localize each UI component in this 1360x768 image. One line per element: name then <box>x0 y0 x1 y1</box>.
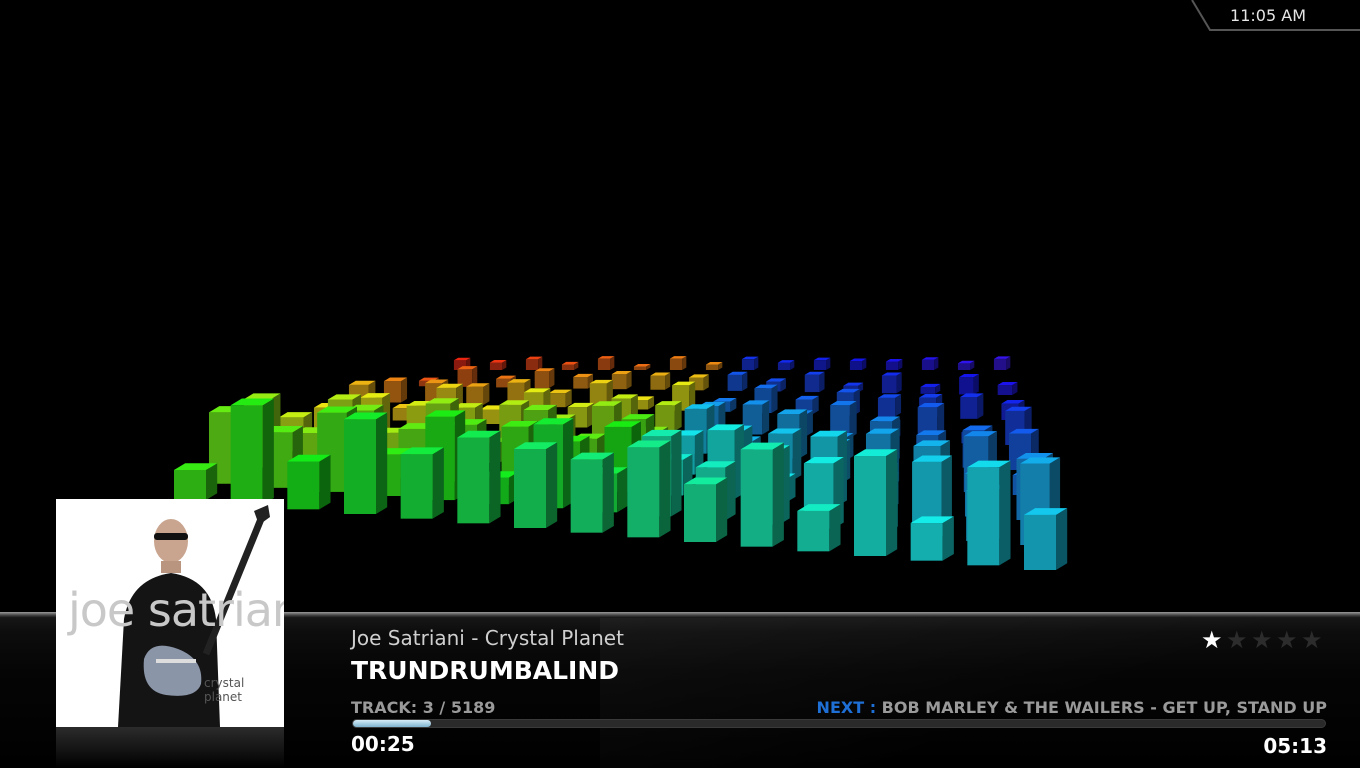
visualizer-bar <box>597 356 615 370</box>
next-song-title: BOB MARLEY & THE WAILERS - GET UP, STAND… <box>881 698 1327 717</box>
visualizer-bar <box>534 368 555 388</box>
artist-album-label: Joe Satriani - Crystal Planet <box>351 626 624 650</box>
visualizer-bar <box>959 374 979 395</box>
album-art-album-text: crystal planet <box>204 676 245 704</box>
visualizer-bar <box>525 356 543 370</box>
visualizer-bar <box>466 383 490 405</box>
visualizer-bar <box>813 357 831 370</box>
progress-fill <box>353 720 431 727</box>
visualizer-bar <box>727 371 748 391</box>
clock-time: 11:05 AM <box>1230 6 1306 25</box>
visualizer-bar <box>627 440 671 538</box>
track-counter: TRACK: 3 / 5189 <box>351 698 496 717</box>
elapsed-time: 00:25 <box>351 732 415 756</box>
album-art-reflection <box>56 727 284 768</box>
song-rating[interactable]: ★ ★ ★ ★ ★ <box>1201 628 1327 652</box>
star-icon[interactable]: ★ <box>1301 628 1323 652</box>
visualizer-bar <box>655 401 682 431</box>
visualizer-bar <box>997 381 1018 395</box>
album-art: joe satriani crystal planet <box>56 499 284 727</box>
visualizer-bar <box>849 358 867 370</box>
visualizer-bar <box>960 393 984 419</box>
album-art-artist-text: joe satriani <box>68 583 284 637</box>
visualizer-bar <box>230 398 274 505</box>
visualizer-bar <box>548 389 572 408</box>
total-time: 05:13 <box>1263 734 1327 758</box>
progress-bar[interactable] <box>352 719 1326 728</box>
visualizer-bar <box>570 452 614 533</box>
star-icon[interactable]: ★ <box>1226 628 1248 652</box>
visualizer-bar <box>777 360 795 370</box>
visualizer-bar <box>705 362 723 370</box>
visualizer-bar <box>489 360 507 370</box>
visualizer-bar <box>611 370 632 390</box>
visualizer-bar <box>650 372 671 390</box>
next-song-line: NEXT : BOB MARLEY & THE WAILERS - GET UP… <box>817 698 1327 717</box>
visualizer-bar <box>669 356 687 370</box>
star-icon[interactable]: ★ <box>1201 628 1223 652</box>
visualizer-bar <box>633 363 651 370</box>
visualizer-bar <box>174 463 218 500</box>
visualizer-bar <box>457 430 501 524</box>
visualizer-bar <box>1024 508 1068 570</box>
visualizer-bar <box>885 359 903 370</box>
star-icon[interactable]: ★ <box>1276 628 1298 652</box>
visualizer-bar <box>741 356 759 370</box>
visualizer-bar <box>804 371 825 393</box>
visualizer-bar <box>797 504 841 552</box>
next-label: NEXT : <box>816 698 877 717</box>
visualizer-bar <box>344 412 388 514</box>
visualizer-bar <box>561 361 579 370</box>
visualizer-bar <box>514 442 558 528</box>
visualizer-bar <box>881 372 902 394</box>
song-title: TRUNDRUMBALIND <box>351 656 620 685</box>
clock-tab: 11:05 AM <box>1190 0 1360 32</box>
visualizer-bar <box>400 447 444 519</box>
visualizer-bar <box>957 360 975 370</box>
visualizer-bar <box>993 356 1011 370</box>
visualizer-bar <box>854 449 898 556</box>
visualizer-bar <box>921 357 939 370</box>
visualizer-bar <box>920 383 941 394</box>
star-icon[interactable]: ★ <box>1251 628 1273 652</box>
visualizer-bar <box>910 516 954 561</box>
visualizer-bar <box>287 454 331 510</box>
visualizer-bar <box>740 442 784 547</box>
visualizer-bar <box>684 477 728 542</box>
visualizer-bar <box>877 394 902 417</box>
visualizer-bar <box>967 460 1011 566</box>
